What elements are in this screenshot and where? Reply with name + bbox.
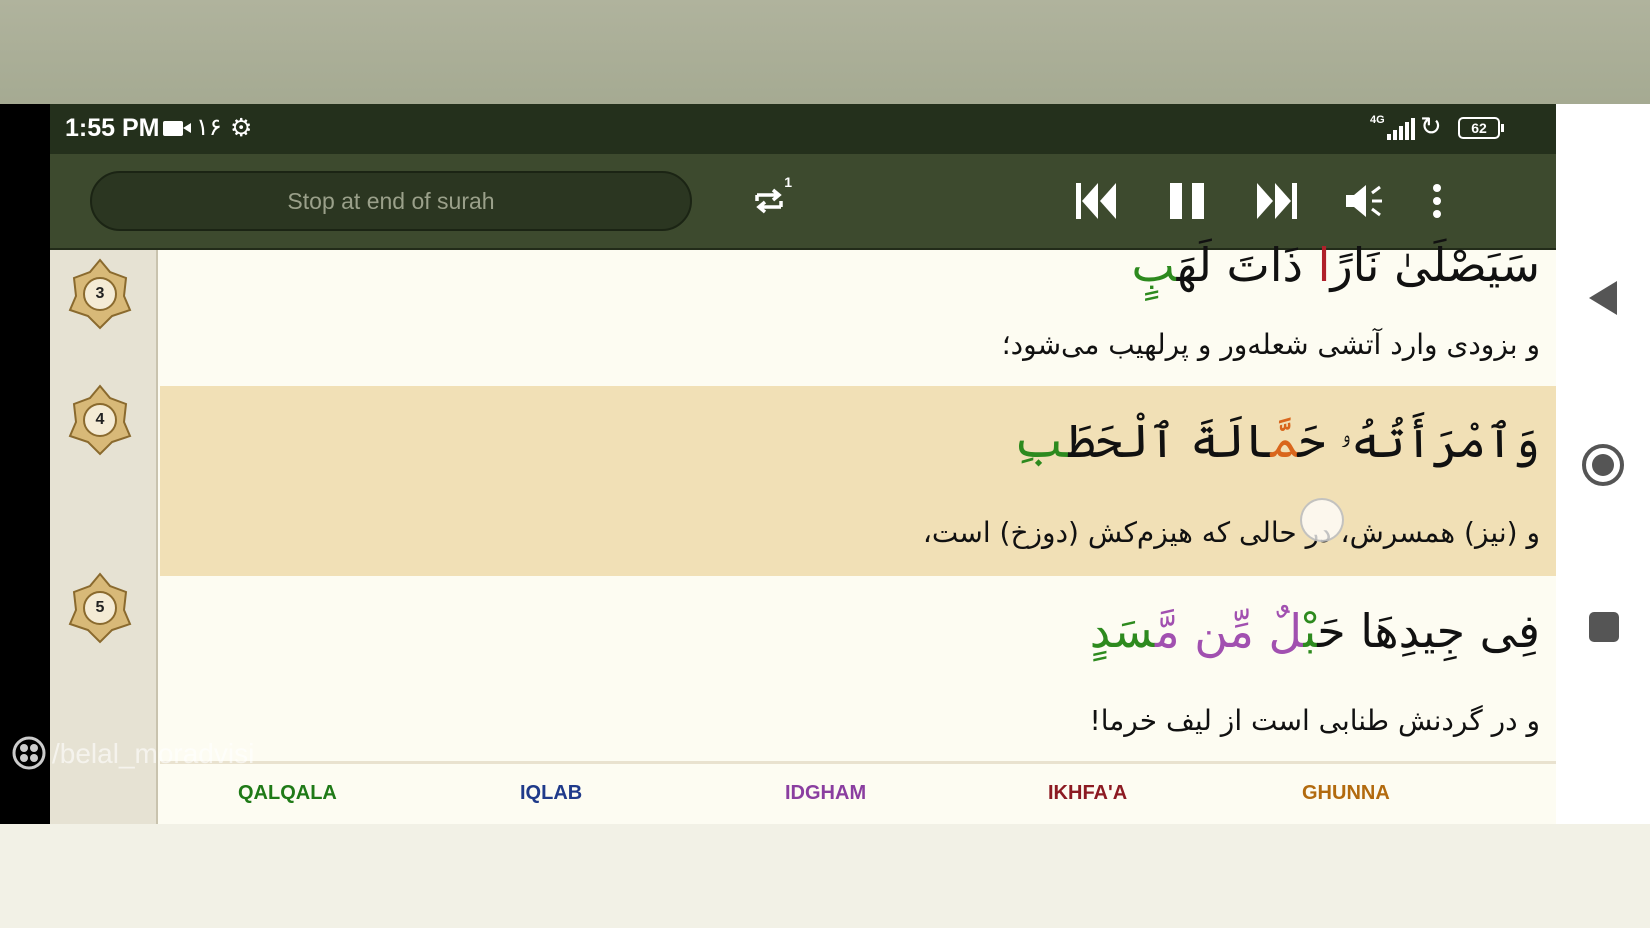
arabic-segment: ا: [1303, 238, 1331, 292]
home-nav-icon[interactable]: [1582, 444, 1624, 486]
watermark-text: /belal_moradvisi: [52, 738, 255, 769]
arabic-segment: فِى جِيدِهَا حَ: [1317, 604, 1540, 658]
previous-button[interactable]: [1067, 172, 1125, 230]
arabic-verse: سَيَصْلَىٰ نَارًا ذَاتَ لَهَبٍ: [1131, 238, 1540, 292]
arabic-segment: لٌ مِّن مَّ: [1154, 604, 1304, 658]
legend-ikhfaa: IKHFA'A: [1048, 782, 1128, 804]
skip-previous-icon: [1076, 183, 1116, 219]
audio-player-toolbar: Stop at end of surah 1: [50, 154, 1556, 250]
arabic-segment: سَيَصْلَىٰ: [1379, 238, 1540, 292]
verse-number: 5: [95, 599, 105, 616]
bottom-band: [0, 824, 1650, 928]
arabic-segment: بِ: [1014, 414, 1068, 468]
recent-apps-nav-icon[interactable]: [1589, 612, 1619, 642]
notification-count: ۱۶: [196, 114, 222, 141]
more-vertical-icon: [1433, 184, 1441, 218]
back-nav-icon[interactable]: [1589, 281, 1617, 315]
verse-number: 4: [95, 411, 105, 428]
verse-marker-5[interactable]: 5: [68, 572, 132, 644]
legend-ghunna: GHUNNA: [1302, 782, 1390, 804]
verse-marker-3[interactable]: 3: [68, 258, 132, 330]
battery-icon: 62: [1458, 117, 1504, 139]
arabic-segment: بٍ: [1131, 238, 1177, 292]
more-options-button[interactable]: [1408, 172, 1466, 230]
stop-mode-selector[interactable]: Stop at end of surah: [90, 171, 692, 231]
volume-icon: [1346, 185, 1382, 217]
volume-button[interactable]: [1335, 172, 1393, 230]
verse-row-5[interactable]: فِى جِيدِهَا حَبْلٌ مِّن مَّسَدٍ و در گر…: [160, 576, 1556, 761]
top-band: [0, 0, 1650, 104]
arabic-segment: ذَاتَ لَهَ: [1176, 238, 1304, 292]
persian-translation: و (نیز) همسرش، در حالی که هیزم‌کش (دوزخ)…: [922, 516, 1540, 549]
pause-icon: [1170, 183, 1204, 219]
arabic-segment: الَةَ ٱلْحَطَ: [1068, 414, 1272, 468]
arabic-verse: وَٱمْرَأَتُهُۥ حَمَّالَةَ ٱلْحَطَبِ: [1014, 414, 1540, 470]
repeat-button[interactable]: 1: [740, 172, 798, 230]
legend-iqlab: IQLAB: [520, 782, 583, 804]
tajweed-color-legend: QALQALA IQLAB IDGHAM IKHFA'A GHUNNA: [160, 761, 1556, 824]
arabic-segment: سَدٍ: [1089, 604, 1155, 658]
touch-indicator: [1300, 498, 1344, 542]
repeat-icon: [755, 188, 783, 214]
watermark-logo-icon: [12, 736, 46, 770]
left-bezel: [0, 104, 50, 824]
video-recording-icon: [163, 121, 191, 136]
skip-next-icon: [1257, 183, 1297, 219]
status-time: 1:55 PM: [65, 114, 160, 142]
legend-qalqala: QALQALA: [238, 782, 337, 804]
settings-gear-icon: ⚙: [230, 113, 253, 142]
verse-row-3[interactable]: سَيَصْلَىٰ نَارًا ذَاتَ لَهَبٍ و بزودی و…: [160, 238, 1556, 386]
persian-translation: و بزودی وارد آتشی شعله‌ور و پرلهیب می‌شو…: [1001, 328, 1540, 361]
verse-number: 3: [95, 285, 105, 302]
arabic-segment: وَٱمْرَأَتُهُۥ حَ: [1298, 414, 1540, 468]
network-type: 4G: [1370, 114, 1385, 126]
arabic-verse: فِى جِيدِهَا حَبْلٌ مِّن مَّسَدٍ: [1090, 604, 1540, 658]
pause-button[interactable]: [1158, 172, 1216, 230]
persian-translation: و در گردنش طنابی است از لیف خرما!: [1089, 704, 1540, 737]
repeat-count: 1: [784, 174, 792, 190]
arabic-segment: نَارً: [1330, 238, 1380, 292]
arabic-segment: مَّ: [1271, 414, 1299, 468]
signal-strength-icon: [1387, 118, 1417, 140]
arabic-segment: بْ: [1303, 604, 1318, 658]
status-bar: 1:55 PM ۱۶ ⚙ 4G ↻ 62: [50, 104, 1556, 154]
verse-row-4[interactable]: وَٱمْرَأَتُهُۥ حَمَّالَةَ ٱلْحَطَبِ و (ن…: [160, 386, 1556, 576]
data-sync-icon: ↻: [1420, 112, 1442, 142]
verse-marker-4[interactable]: 4: [68, 384, 132, 456]
app-screen: 1:55 PM ۱۶ ⚙ 4G ↻ 62 Stop at end of sura…: [50, 104, 1556, 824]
next-button[interactable]: [1248, 172, 1306, 230]
legend-idgham: IDGHAM: [785, 782, 867, 804]
